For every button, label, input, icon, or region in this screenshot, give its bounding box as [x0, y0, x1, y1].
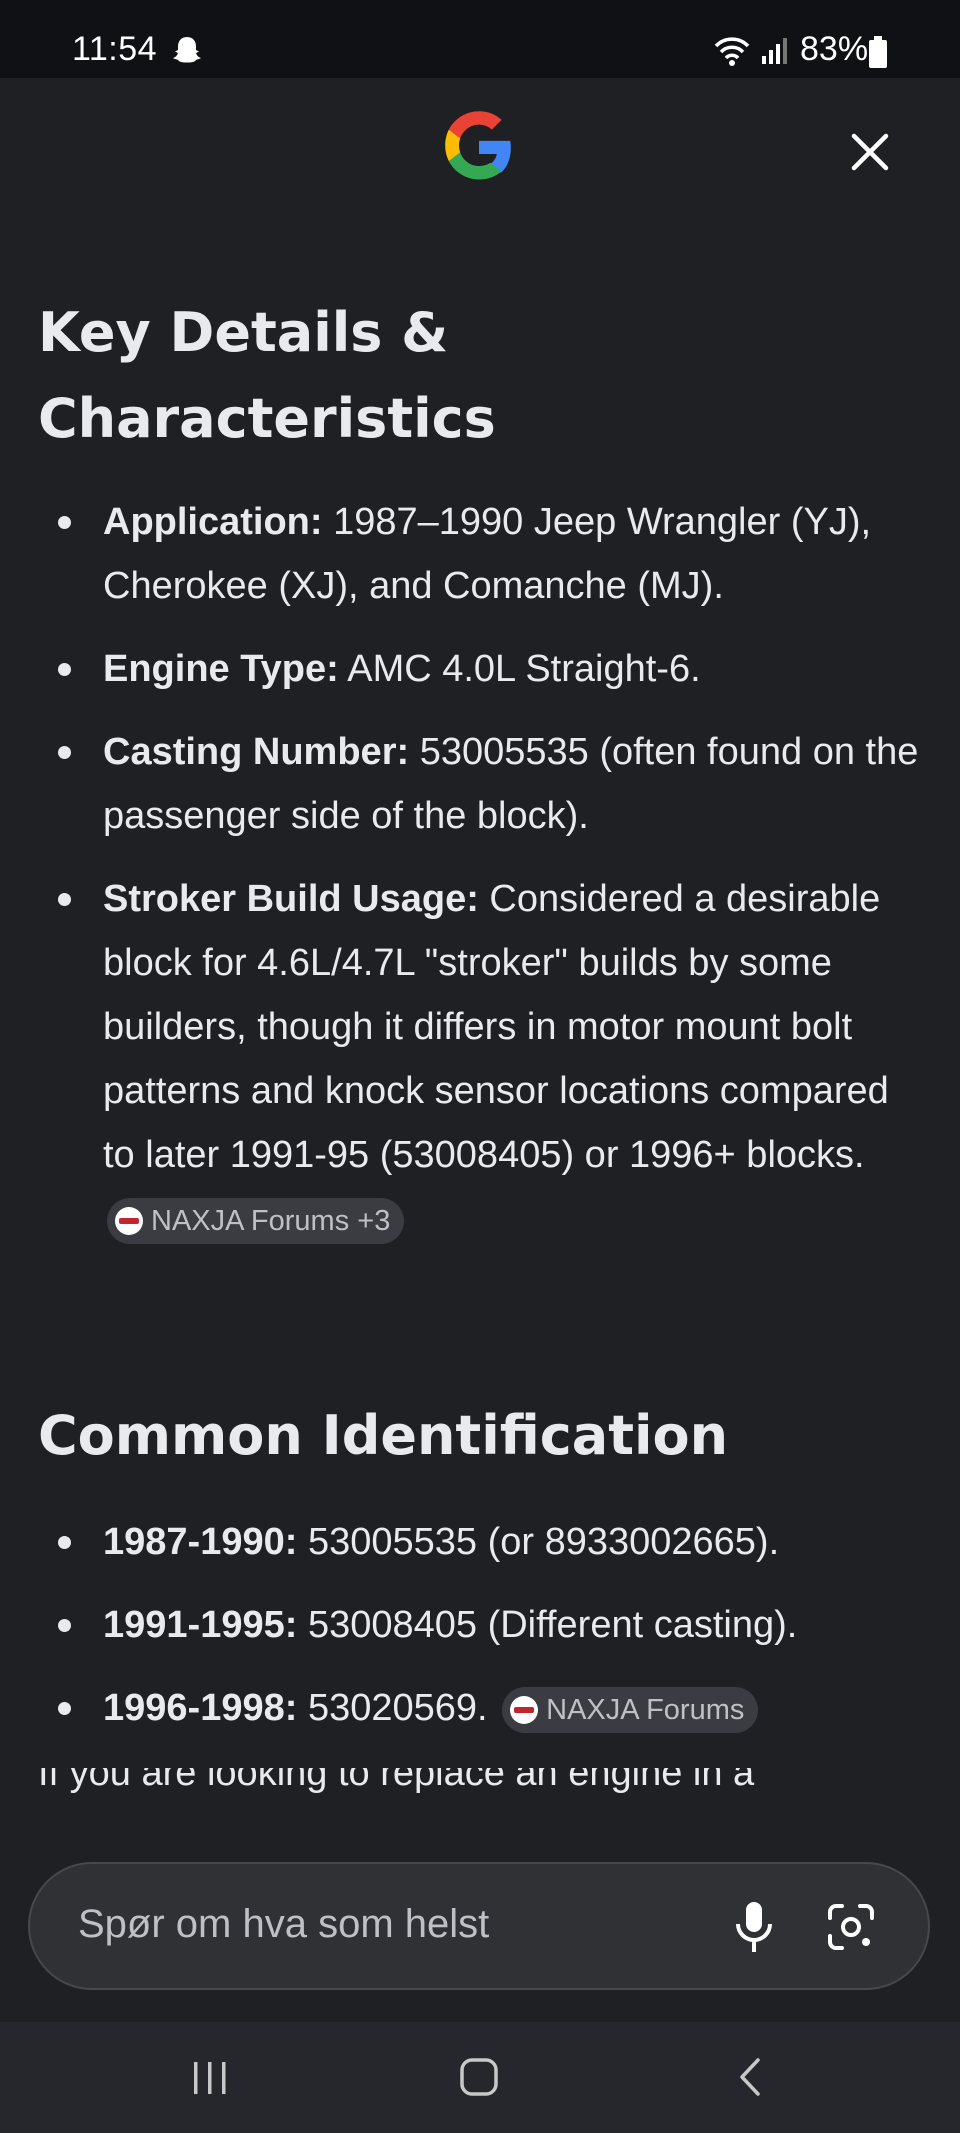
header	[0, 78, 960, 228]
system-nav-bar	[0, 2022, 960, 2133]
list-item: 1991-1995: 53008405 (Different casting).	[0, 1593, 960, 1657]
bottom-search-area: Spør om hva som helst	[0, 1796, 960, 2022]
search-bar[interactable]: Spør om hva som helst	[28, 1862, 930, 1990]
item-label: 1987-1990:	[103, 1521, 298, 1563]
item-label: 1996-1998:	[103, 1687, 298, 1729]
source-chip[interactable]: NAXJA Forums +3	[107, 1197, 405, 1244]
list-item: Engine Type: AMC 4.0L Straight-6.	[0, 637, 960, 701]
status-bar: 11:54 83%	[0, 0, 960, 78]
section-heading-common-identification: Common Identification	[38, 1404, 729, 1467]
mic-icon[interactable]	[732, 1900, 776, 1954]
wifi-icon	[714, 37, 750, 66]
item-text: Considered a desirable block for 4.6L/4.…	[103, 878, 889, 1176]
key-details-list: Application: 1987–1990 Jeep Wrangler (YJ…	[0, 490, 960, 1270]
close-icon[interactable]	[848, 130, 892, 174]
item-text: 53008405 (Different casting).	[297, 1604, 798, 1646]
list-item: 1987-1990: 53005535 (or 8933002665).	[0, 1510, 960, 1574]
signal-icon	[762, 38, 787, 64]
list-item: Casting Number: 53005535 (often found on…	[0, 720, 960, 848]
source-chip[interactable]: NAXJA Forums	[502, 1686, 759, 1733]
item-label: Application:	[103, 501, 323, 543]
list-item: Application: 1987–1990 Jeep Wrangler (YJ…	[0, 490, 960, 618]
heading-line-2: Characteristics	[38, 387, 496, 450]
google-lens-icon[interactable]	[826, 1902, 876, 1952]
item-label: 1991-1995:	[103, 1604, 298, 1646]
battery-percentage: 83%	[800, 30, 869, 68]
item-label: Engine Type:	[103, 648, 339, 690]
cut-off-text: If you are looking to replace an engine …	[38, 1768, 755, 1794]
item-label: Stroker Build Usage:	[103, 878, 479, 920]
home-icon[interactable]	[458, 2056, 500, 2098]
source-chip-label: NAXJA Forums +3	[151, 1204, 391, 1237]
ai-overview-content: Key Details & Characteristics Applicatio…	[0, 228, 960, 1796]
item-label: Casting Number:	[103, 731, 410, 773]
recents-icon[interactable]	[190, 2058, 230, 2098]
back-icon[interactable]	[734, 2056, 764, 2098]
snapchat-ghost-icon	[173, 37, 201, 63]
search-input[interactable]: Spør om hva som helst	[78, 1902, 489, 1947]
naxja-logo-icon	[115, 1206, 143, 1235]
cut-off-paragraph: If you are looking to replace an engine …	[38, 1768, 918, 1796]
section-heading-key-details: Key Details & Characteristics	[38, 290, 898, 462]
common-identification-list: 1987-1990: 53005535 (or 8933002665). 199…	[0, 1510, 960, 1759]
battery-icon	[869, 36, 887, 68]
status-time: 11:54	[72, 30, 158, 68]
item-text: 53005535 (or 8933002665).	[297, 1521, 780, 1563]
list-item: Stroker Build Usage: Considered a desira…	[0, 867, 960, 1251]
list-item: 1996-1998: 53020569. NAXJA Forums	[0, 1676, 960, 1740]
heading-line-1: Key Details &	[38, 301, 449, 364]
item-text: AMC 4.0L Straight-6.	[338, 648, 701, 690]
source-chip-label: NAXJA Forums	[546, 1693, 745, 1726]
google-g-logo	[445, 111, 511, 180]
naxja-logo-icon	[510, 1695, 539, 1724]
item-text: 53020569.	[297, 1687, 488, 1729]
